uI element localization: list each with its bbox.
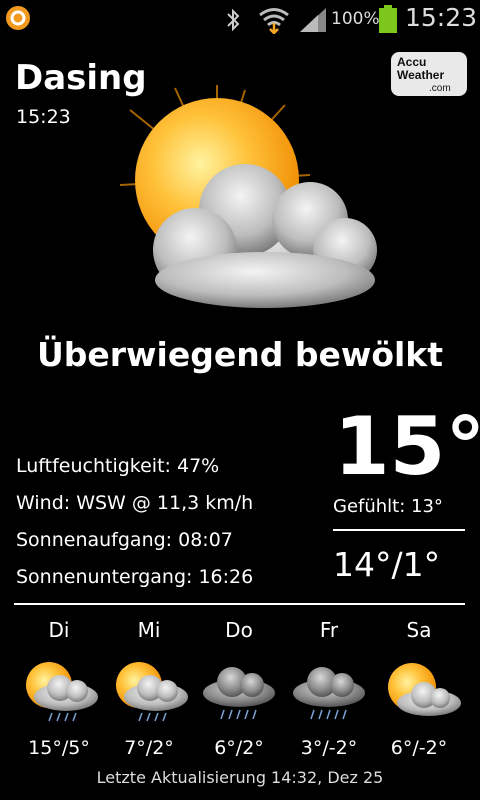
sun-rain-cloud-icon xyxy=(26,662,98,722)
rain-cloud-icon xyxy=(293,667,365,720)
svg-text:Accu: Accu xyxy=(397,55,426,69)
feels-like: Gefühlt: 13° xyxy=(333,496,443,517)
status-clock: 15:23 xyxy=(405,3,478,32)
weather-condition: Überwiegend bewölkt xyxy=(36,335,444,374)
bluetooth-icon xyxy=(227,8,240,32)
wifi-icon xyxy=(259,8,289,34)
sun-cloud-icon xyxy=(119,85,377,308)
forecast-day-label: Fr xyxy=(319,618,339,642)
local-time: 15:23 xyxy=(16,106,71,128)
forecast-temperature: 15°/5° xyxy=(28,737,90,759)
current-temperature: 15° xyxy=(334,400,480,493)
forecast-day[interactable]: Sa 6°/-2° xyxy=(374,615,464,765)
last-update: Letzte Aktualisierung 14:32, Dez 25 xyxy=(96,768,384,787)
forecast-row: Di 15°/5° Mi 7°/2° Do 6°/2° Fr 3°/-2° Sa… xyxy=(14,615,465,765)
sun-rain-cloud-icon xyxy=(116,662,188,722)
humidity: Luftfeuchtigkeit: 47% xyxy=(16,455,220,477)
wind: Wind: WSW @ 11,3 km/h xyxy=(16,492,254,514)
forecast-day[interactable]: Fr 3°/-2° xyxy=(284,615,374,765)
signal-icon xyxy=(300,8,326,32)
battery-icon xyxy=(379,5,397,33)
rain-cloud-icon xyxy=(203,667,275,720)
forecast-day-label: Di xyxy=(48,618,70,642)
forecast-day[interactable]: Di 15°/5° xyxy=(14,615,104,765)
weather-details: Luftfeuchtigkeit: 47% Wind: WSW @ 11,3 k… xyxy=(16,452,253,600)
svg-text:.com: .com xyxy=(429,83,451,94)
notification-app-icon[interactable] xyxy=(4,4,32,32)
sunset: Sonnenuntergang: 16:26 xyxy=(16,566,254,588)
forecast-temperature: 3°/-2° xyxy=(300,737,358,759)
forecast-day-label: Do xyxy=(225,618,253,642)
high-low-temperature: 14°/1° xyxy=(333,545,441,584)
forecast-temperature: 6°/2° xyxy=(214,737,264,759)
accuweather-logo[interactable]: Accu Weather .com xyxy=(391,52,467,96)
svg-text:Weather: Weather xyxy=(397,68,444,82)
status-bar: 100% 15:23 xyxy=(0,0,480,38)
sunrise: Sonnenaufgang: 08:07 xyxy=(16,529,233,551)
divider xyxy=(14,603,465,605)
forecast-temperature: 6°/-2° xyxy=(390,737,448,759)
divider xyxy=(333,529,465,531)
sun-cloud-icon xyxy=(388,663,461,716)
forecast-day[interactable]: Mi 7°/2° xyxy=(104,615,194,765)
forecast-day-label: Sa xyxy=(406,618,432,642)
forecast-day-label: Mi xyxy=(137,618,161,642)
battery-percentage: 100% xyxy=(331,9,380,29)
forecast-temperature: 7°/2° xyxy=(124,737,174,759)
forecast-day[interactable]: Do 6°/2° xyxy=(194,615,284,765)
